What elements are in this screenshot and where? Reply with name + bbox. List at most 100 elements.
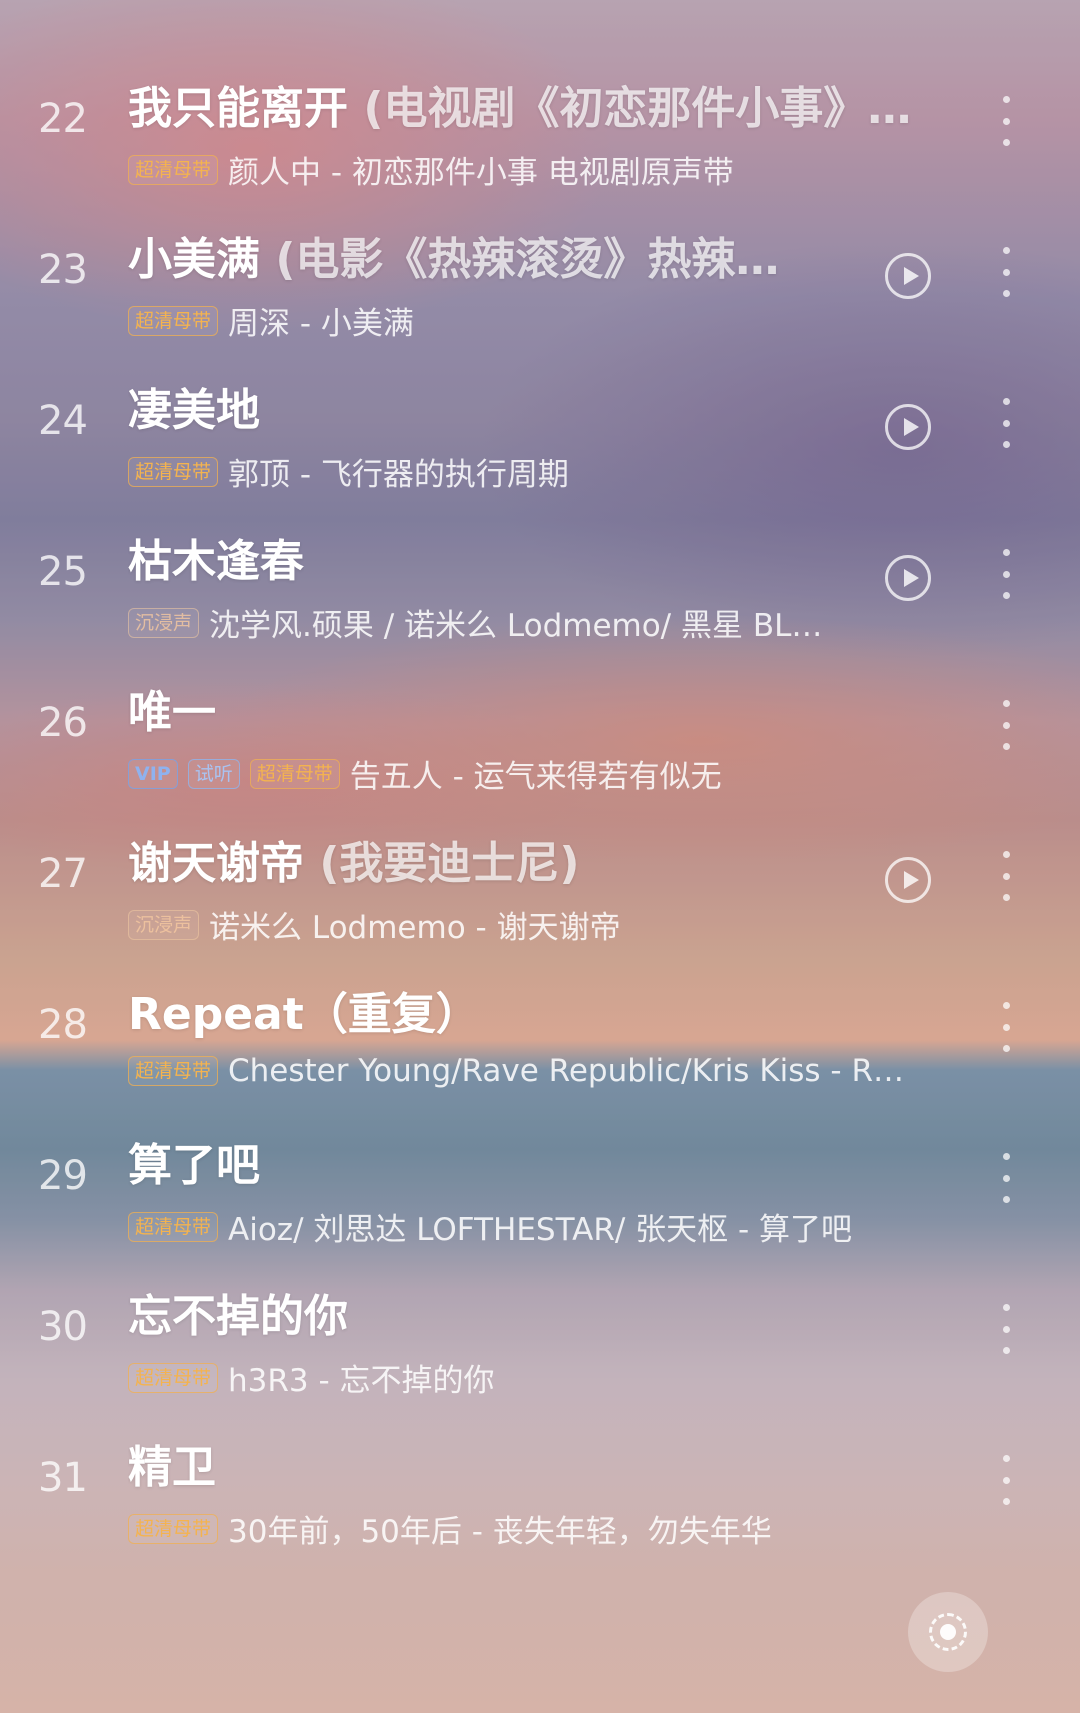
more-dot	[1002, 1476, 1010, 1484]
more-dot	[1002, 1174, 1010, 1182]
more-vertical-icon[interactable]	[998, 1153, 1014, 1203]
song-rank: 25	[38, 549, 88, 595]
song-rank: 30	[38, 1304, 88, 1350]
song-title-main: 谢天谢帝	[128, 838, 304, 889]
quality-badge: 超清母带	[128, 305, 219, 336]
more-dot	[1002, 894, 1010, 901]
song-artist-album: 沈学风.硕果 / 诺米么 Lodmemo/ 黑星 BL…	[209, 608, 823, 644]
song-rank: 26	[38, 700, 88, 746]
more-dot	[1002, 570, 1010, 578]
more-vertical-icon[interactable]	[998, 700, 1014, 750]
song-rank: 23	[38, 247, 88, 293]
song-title-main: 精卫	[128, 1442, 216, 1493]
more-dot	[1002, 247, 1010, 254]
song-row[interactable]: 25 枯木逢春沉浸声 沈学风.硕果 / 诺米么 Lodmemo/ 黑星 BL…	[0, 503, 1080, 668]
song-rank: 29	[38, 1153, 88, 1199]
more-dot	[1002, 1045, 1010, 1052]
song-rank: 27	[38, 851, 88, 897]
more-dot	[1002, 1325, 1010, 1333]
song-title-main: 我只能离开	[128, 83, 348, 134]
quality-badge: 超清母带	[128, 456, 219, 487]
more-vertical-icon[interactable]	[998, 1304, 1014, 1354]
play-circle-icon[interactable]	[885, 857, 931, 903]
song-title: 忘不掉的你	[128, 1280, 348, 1344]
song-title-main: 小美满	[128, 234, 260, 285]
more-vertical-icon[interactable]	[998, 96, 1014, 146]
more-dot	[1002, 1498, 1010, 1505]
song-title-main: 枯木逢春	[128, 536, 304, 587]
song-row[interactable]: 30 忘不掉的你超清母带 h3R3 - 忘不掉的你	[0, 1258, 1080, 1423]
more-vertical-icon[interactable]	[998, 1455, 1014, 1505]
quality-badge: 超清母带	[128, 1362, 219, 1393]
more-vertical-icon[interactable]	[998, 247, 1014, 297]
song-title-subtitle: (电影《热辣滚烫》热辣…	[260, 234, 780, 285]
more-dot	[1002, 290, 1010, 297]
song-title-main: Repeat（重复）	[128, 989, 480, 1040]
song-rank: 28	[38, 1002, 88, 1048]
more-dot	[1002, 1153, 1010, 1160]
song-row[interactable]: 24 凄美地超清母带 郭顶 - 飞行器的执行周期	[0, 352, 1080, 517]
song-artist-album: Chester Young/Rave Republic/Kris Kiss - …	[228, 1053, 904, 1089]
song-row[interactable]: 29 算了吧超清母带 Aioz/ 刘思达 LOFTHESTAR/ 张天枢 - 算了吧	[0, 1107, 1080, 1272]
song-meta: 超清母带 周深 - 小美满	[128, 298, 414, 343]
song-title-main: 算了吧	[128, 1140, 260, 1191]
song-title-main: 凄美地	[128, 385, 260, 436]
song-meta: 超清母带 30年前，50年后 - 丧失年轻，勿失年华	[128, 1506, 772, 1551]
more-vertical-icon[interactable]	[998, 398, 1014, 448]
play-circle-icon[interactable]	[885, 404, 931, 450]
quality-badge: 沉浸声	[128, 607, 200, 638]
more-dot	[1002, 549, 1010, 556]
more-dot	[1002, 592, 1010, 599]
song-row[interactable]: 26 唯一 VIP 试听 超清母带 告五人 - 运气来得若有似无	[0, 654, 1080, 819]
song-row[interactable]: 22 我只能离开 (电视剧《初恋那件小事》… 超清母带 颜人中 - 初恋那件小事 电视…	[0, 50, 1080, 215]
song-meta: 超清母带 h3R3 - 忘不掉的你	[128, 1355, 495, 1400]
song-rank: 31	[38, 1455, 88, 1501]
more-vertical-icon[interactable]	[998, 1002, 1014, 1052]
song-meta: 超清母带 Chester Young/Rave Republic/Kris Kis…	[128, 1053, 904, 1089]
quality-badge: 超清母带	[128, 1056, 219, 1086]
more-dot	[1002, 398, 1010, 405]
song-title: Repeat（重复）	[128, 978, 480, 1042]
song-artist-album: 周深 - 小美满	[228, 306, 414, 342]
play-circle-icon[interactable]	[885, 555, 931, 601]
song-title-subtitle: (电视剧《初恋那件小事》…	[348, 83, 912, 134]
more-dot	[1002, 96, 1010, 103]
song-meta: VIP 试听 超清母带 告五人 - 运气来得若有似无	[128, 751, 722, 796]
more-vertical-icon[interactable]	[998, 851, 1014, 901]
song-title: 小美满 (电影《热辣滚烫》热辣…	[128, 223, 779, 287]
song-row[interactable]: 23 小美满 (电影《热辣滚烫》热辣… 超清母带 周深 - 小美满	[0, 201, 1080, 366]
more-dot	[1002, 1347, 1010, 1354]
song-title-main: 忘不掉的你	[128, 1291, 348, 1342]
song-row[interactable]: 31 精卫超清母带 30年前，50年后 - 丧失年轻，勿失年华	[0, 1409, 1080, 1574]
song-meta: 超清母带 郭顶 - 飞行器的执行周期	[128, 449, 569, 494]
song-meta: 超清母带 颜人中 - 初恋那件小事 电视剧原声带	[128, 147, 734, 192]
play-circle-icon[interactable]	[885, 253, 931, 299]
quality-badge: 超清母带	[128, 154, 219, 185]
song-title-subtitle: (我要迪士尼)	[304, 838, 580, 889]
song-artist-album: 诺米么 Lodmemo - 谢天谢帝	[209, 910, 621, 946]
more-dot	[1002, 441, 1010, 448]
more-dot	[1002, 139, 1010, 146]
song-artist-album: 告五人 - 运气来得若有似无	[349, 759, 722, 795]
more-dot	[1002, 721, 1010, 729]
song-rank: 24	[38, 398, 88, 444]
song-artist-album: Aioz/ 刘思达 LOFTHESTAR/ 张天枢 - 算了吧	[228, 1212, 853, 1248]
song-row[interactable]: 27 谢天谢帝 (我要迪士尼) 沉浸声 诺米么 Lodmemo - 谢天谢帝	[0, 805, 1080, 970]
quality-badge: 试听	[187, 758, 240, 789]
song-list: 22 我只能离开 (电视剧《初恋那件小事》… 超清母带 颜人中 - 初恋那件小事 电视…	[0, 0, 1080, 1713]
quality-badge: 沉浸声	[128, 909, 200, 940]
more-vertical-icon[interactable]	[998, 549, 1014, 599]
song-title: 唯一	[128, 676, 216, 740]
more-dot	[1002, 117, 1010, 125]
song-meta: 沉浸声 沈学风.硕果 / 诺米么 Lodmemo/ 黑星 BL…	[128, 600, 822, 645]
song-rank: 22	[38, 96, 88, 142]
song-title: 枯木逢春	[128, 525, 304, 589]
song-title-main: 唯一	[128, 687, 216, 738]
more-dot	[1002, 1002, 1010, 1009]
song-row[interactable]: 28 Repeat（重复） 超清母带 Chester Young/Rave Repub…	[0, 956, 1080, 1121]
song-title: 凄美地	[128, 374, 260, 438]
more-dot	[1002, 1304, 1010, 1311]
locate-current-icon[interactable]	[908, 1592, 988, 1672]
quality-badge: 超清母带	[128, 1211, 219, 1242]
more-dot	[1002, 268, 1010, 276]
